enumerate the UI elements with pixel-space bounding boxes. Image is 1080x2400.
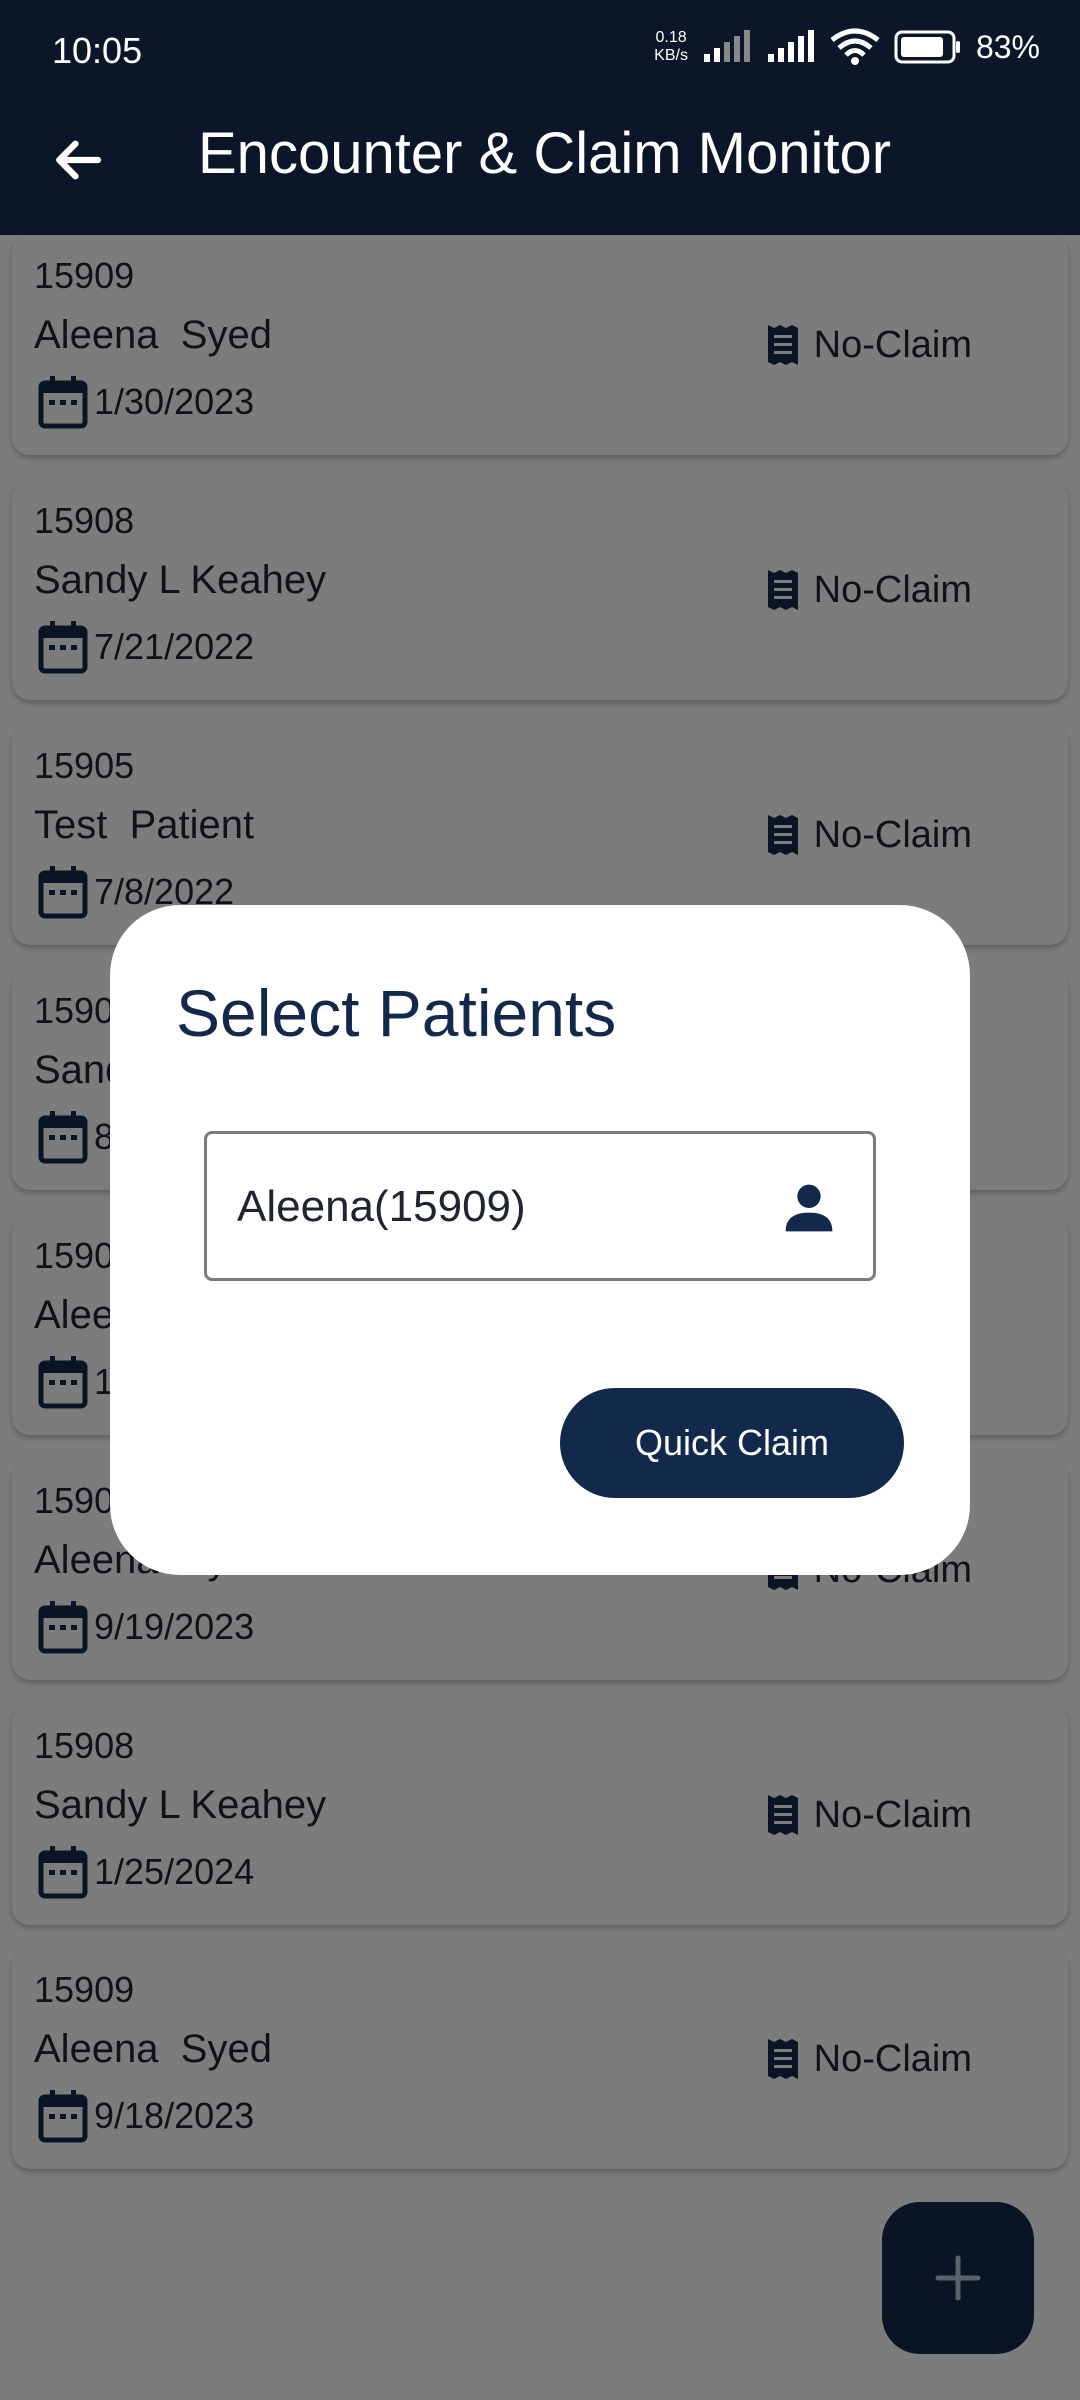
quick-claim-button[interactable]: Quick Claim	[560, 1388, 904, 1498]
battery-icon	[894, 30, 960, 64]
status-time: 10:05	[52, 30, 143, 71]
wifi-icon	[830, 28, 880, 65]
app-bar: Encounter & Claim Monitor	[0, 100, 1080, 235]
network-speed: 0.18 KB/s	[654, 29, 688, 65]
back-arrow-icon[interactable]	[48, 130, 108, 190]
patient-select-field[interactable]: Aleena(15909)	[204, 1131, 876, 1281]
battery-level: 83%	[975, 28, 1040, 65]
status-icons: 0.18 KB/s 83%	[654, 28, 1040, 66]
page-title: Encounter & Claim Monitor	[198, 121, 892, 186]
select-patient-dialog: Select Patients Aleena(15909) Quick Clai…	[110, 905, 970, 1575]
patient-select-value: Aleena(15909)	[237, 1182, 526, 1231]
network-speed-unit: KB/s	[654, 47, 688, 64]
dialog-title: Select Patients	[176, 976, 617, 1050]
person-icon	[785, 1184, 833, 1232]
signal-icon	[767, 30, 814, 62]
signal-icon	[703, 30, 750, 62]
network-speed-value: 0.18	[655, 29, 687, 46]
status-bar: 10:05 0.18 KB/s 83%	[0, 0, 1080, 100]
